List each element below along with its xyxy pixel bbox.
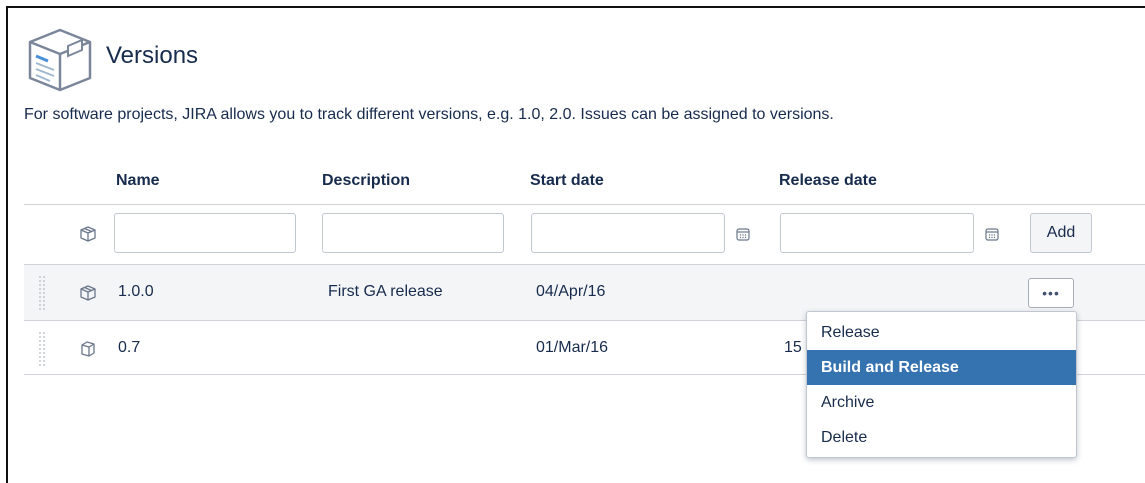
menu-item-release[interactable]: Release [807, 315, 1076, 350]
menu-item-build-and-release[interactable]: Build and Release [807, 350, 1076, 385]
column-header-release-date: Release date [779, 172, 877, 189]
release-date-input[interactable] [780, 213, 974, 253]
package-icon [80, 226, 96, 242]
version-actions-dropdown: Release Build and Release Archive Delete [806, 311, 1077, 458]
intro-text: For software projects, JIRA allows you t… [24, 106, 834, 123]
menu-item-archive[interactable]: Archive [807, 385, 1076, 420]
more-actions-button[interactable]: ••• [1028, 278, 1074, 308]
version-name[interactable]: 0.7 [118, 339, 140, 357]
version-description: First GA release [328, 283, 443, 300]
version-name-input[interactable] [114, 213, 296, 253]
column-header-start-date: Start date [530, 172, 604, 189]
page-header: Versions [24, 20, 198, 92]
version-start-date: 01/Mar/16 [536, 339, 609, 356]
table-header-row: Name Description Start date Release date [24, 160, 1145, 204]
add-version-button[interactable]: Add [1030, 213, 1092, 253]
start-date-input[interactable] [531, 213, 725, 253]
add-version-form-row: Add [24, 204, 1145, 264]
page-title: Versions [106, 42, 199, 69]
package-outline-icon [81, 341, 95, 357]
drag-handle-icon[interactable] [38, 331, 46, 367]
column-header-description: Description [322, 172, 411, 189]
version-start-date: 04/Apr/16 [536, 283, 606, 300]
versions-box-icon [28, 28, 92, 92]
column-header-name: Name [116, 172, 160, 189]
version-name[interactable]: 1.0.0 [118, 283, 154, 301]
version-description-input[interactable] [322, 213, 504, 253]
calendar-icon[interactable] [985, 227, 999, 241]
drag-handle-icon[interactable] [38, 275, 46, 311]
menu-item-delete[interactable]: Delete [807, 420, 1076, 455]
calendar-icon[interactable] [736, 227, 750, 241]
package-icon [80, 285, 96, 301]
version-release-date: 15 [784, 339, 802, 356]
